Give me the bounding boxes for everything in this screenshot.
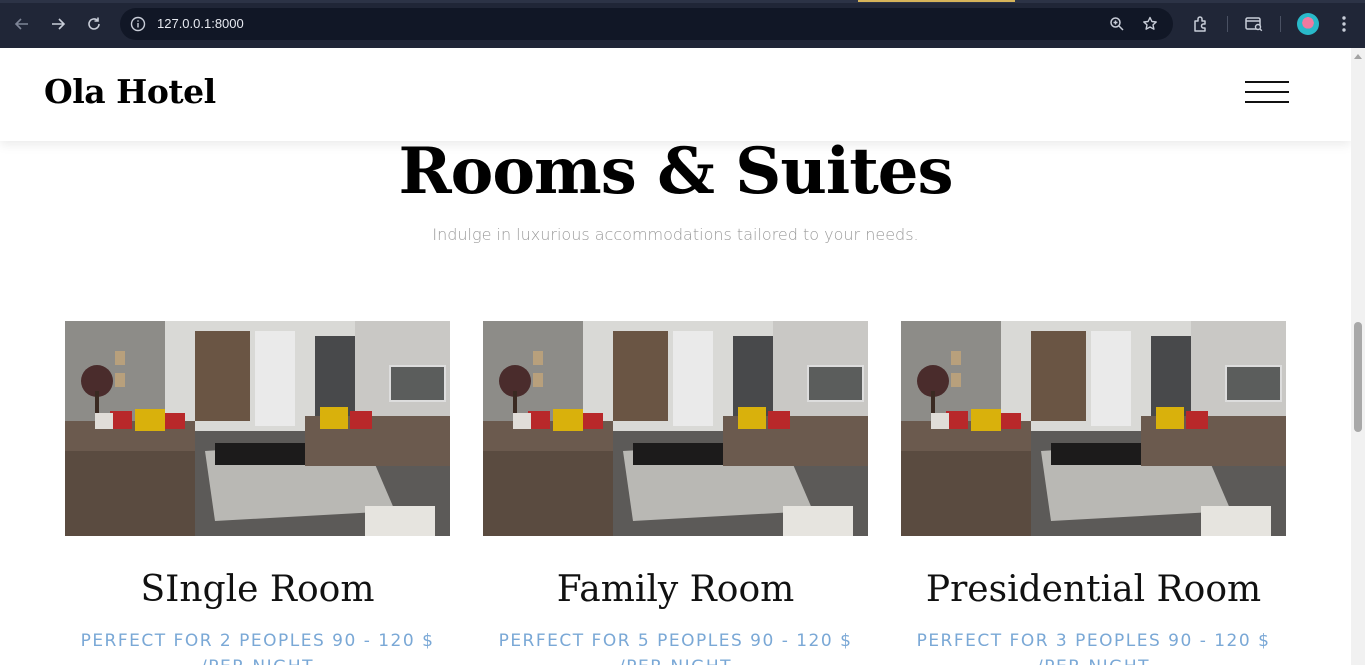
scrollbar-thumb[interactable] — [1354, 322, 1362, 432]
room-capacity-price: PERFECT FOR 5 PEOPLES 90 - 120 $ — [498, 631, 853, 651]
tab-search-icon[interactable] — [1242, 12, 1266, 36]
room-image[interactable] — [65, 321, 450, 536]
room-meta: PERFECT FOR 3 PEOPLES 90 - 120 $ /PER NI… — [901, 628, 1286, 665]
living-room-photo — [483, 321, 868, 536]
toolbar-separator — [1280, 16, 1281, 32]
room-name[interactable]: Presidential Room — [901, 569, 1286, 610]
living-room-photo — [901, 321, 1286, 536]
room-price-unit: /PER NIGHT — [483, 654, 868, 665]
active-tab-indicator[interactable] — [858, 0, 1015, 2]
bookmark-star-icon[interactable] — [1139, 13, 1161, 35]
toolbar-separator — [1227, 16, 1228, 32]
page-scrollbar[interactable] — [1351, 48, 1365, 665]
profile-avatar[interactable] — [1297, 13, 1319, 35]
site-info-icon[interactable] — [128, 14, 148, 34]
zoom-icon[interactable] — [1107, 14, 1127, 34]
room-image[interactable] — [483, 321, 868, 536]
section-title: Rooms & Suites — [398, 134, 953, 209]
page-viewport: Ola Hotel Rooms & Suites Indulge in luxu… — [0, 48, 1351, 665]
hamburger-bar — [1245, 81, 1289, 83]
forward-icon[interactable] — [44, 10, 72, 38]
room-name[interactable]: Family Room — [483, 569, 868, 610]
room-image[interactable] — [901, 321, 1286, 536]
room-price-unit: /PER NIGHT — [65, 654, 450, 665]
hamburger-bar — [1245, 101, 1289, 103]
room-capacity-price: PERFECT FOR 2 PEOPLES 90 - 120 $ — [80, 631, 435, 651]
room-meta: PERFECT FOR 2 PEOPLES 90 - 120 $ /PER NI… — [65, 628, 450, 665]
room-meta: PERFECT FOR 5 PEOPLES 90 - 120 $ /PER NI… — [483, 628, 868, 665]
room-capacity-price: PERFECT FOR 3 PEOPLES 90 - 120 $ — [916, 631, 1271, 651]
site-header: Ola Hotel — [0, 48, 1351, 141]
room-price-unit: /PER NIGHT — [901, 654, 1286, 665]
extensions-icon[interactable] — [1189, 12, 1213, 36]
section-subtitle: Indulge in luxurious accommodations tail… — [432, 225, 919, 244]
brand-logo[interactable]: Ola Hotel — [44, 72, 216, 111]
hamburger-bar — [1245, 91, 1289, 93]
reload-icon[interactable] — [80, 10, 108, 38]
menu-kebab-icon[interactable] — [1332, 12, 1356, 36]
address-bar[interactable]: 127.0.0.1:8000 — [120, 8, 1173, 40]
hamburger-icon[interactable] — [1245, 79, 1291, 105]
room-name[interactable]: SIngle Room — [65, 569, 450, 610]
tab-strip-edge — [0, 0, 1365, 3]
back-icon[interactable] — [8, 10, 36, 38]
scroll-up-arrow-icon[interactable] — [1354, 54, 1362, 59]
living-room-photo — [65, 321, 450, 536]
browser-toolbar: 127.0.0.1:8000 — [0, 0, 1365, 48]
url-text[interactable]: 127.0.0.1:8000 — [157, 16, 244, 31]
